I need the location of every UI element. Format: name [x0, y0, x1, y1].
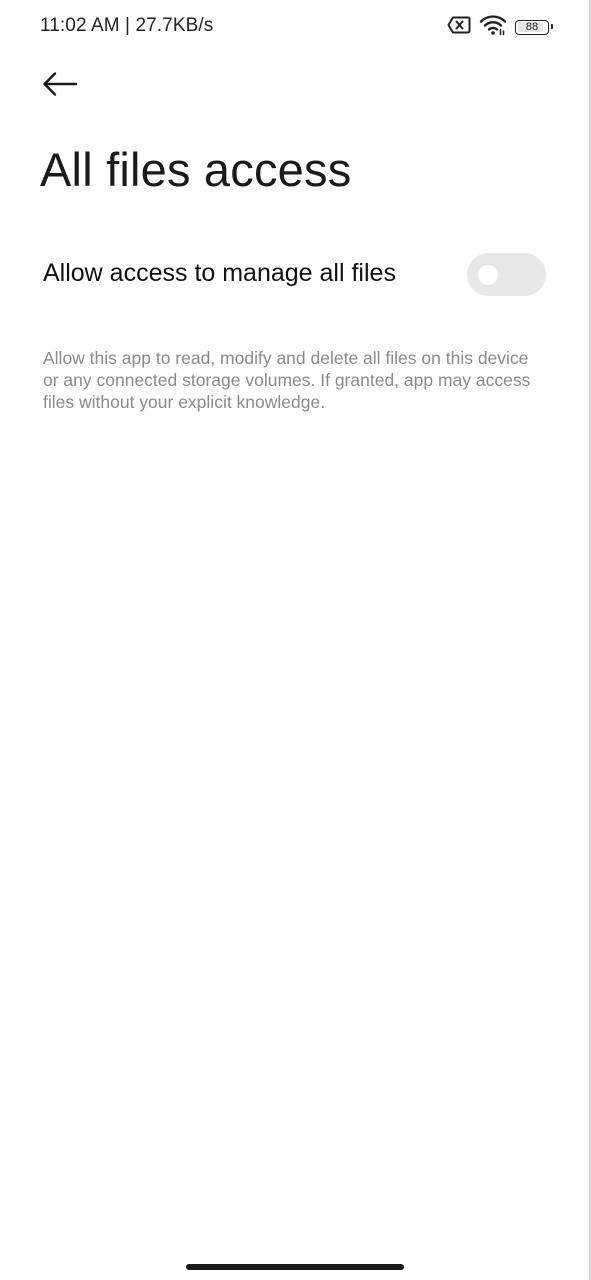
manage-all-files-toggle[interactable]: [467, 253, 546, 296]
status-time-speed: 11:02 AM | 27.7KB/s: [40, 15, 214, 36]
manage-all-files-setting-row[interactable]: Allow access to manage all files: [43, 250, 546, 298]
status-icons: 88: [447, 14, 553, 41]
battery-icon: 88: [515, 19, 553, 35]
back-button[interactable]: [36, 64, 84, 108]
sim-error-icon: [447, 16, 471, 39]
back-arrow-icon: [42, 71, 78, 102]
toggle-knob: [478, 264, 498, 285]
page-title: All files access: [40, 143, 352, 196]
battery-level-text: 88: [525, 20, 539, 33]
setting-description: Allow this app to read, modify and delet…: [43, 348, 531, 412]
wifi-icon: [479, 14, 507, 41]
manage-all-files-label: Allow access to manage all files: [43, 259, 396, 287]
status-bar: 11:02 AM | 27.7KB/s 88: [0, 0, 591, 54]
battery-tip: [550, 24, 553, 29]
home-indicator[interactable]: [186, 1264, 404, 1270]
